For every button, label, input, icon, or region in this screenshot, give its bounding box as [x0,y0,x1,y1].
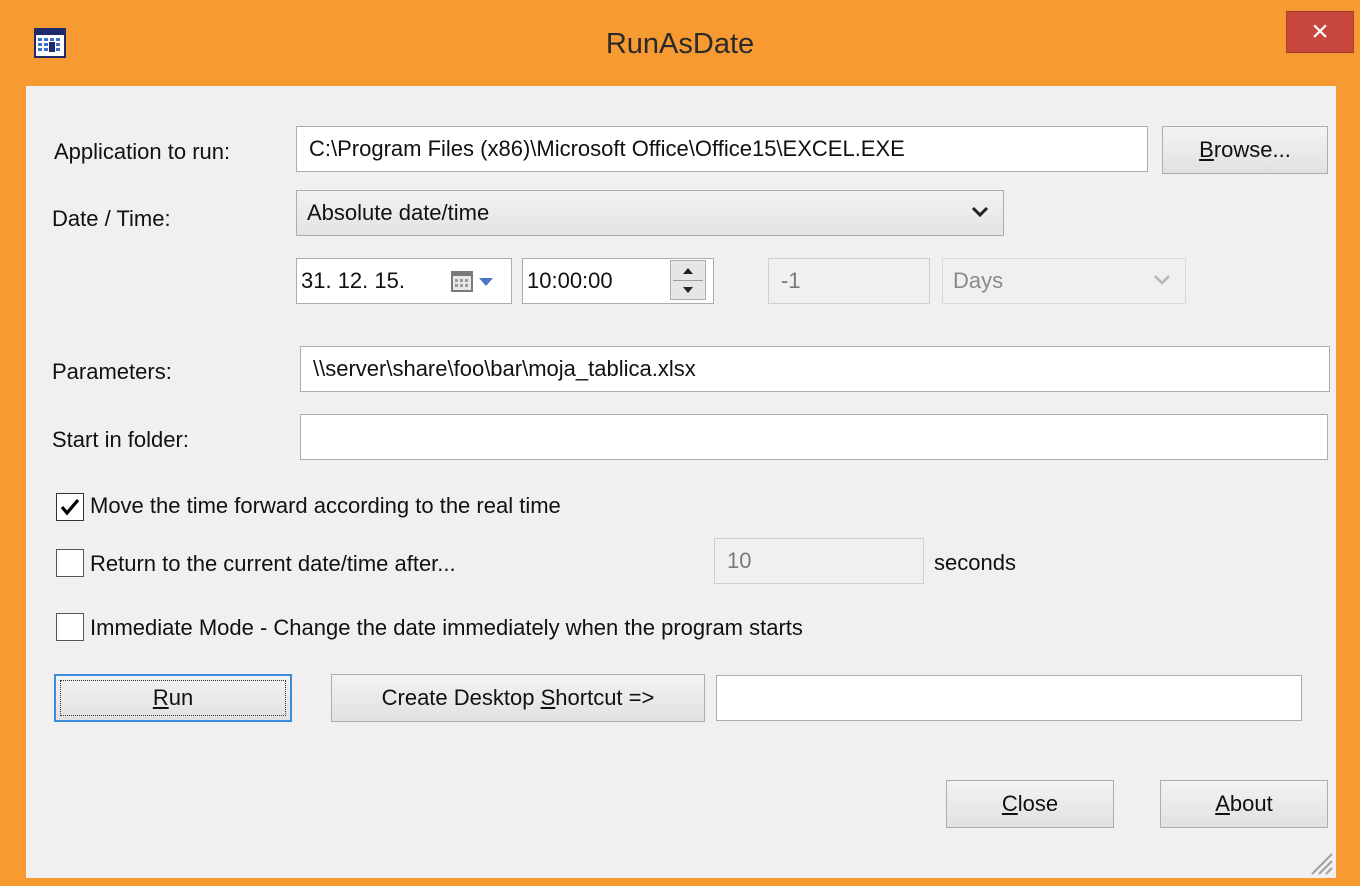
offset-unit-value: Days [953,268,1004,293]
date-picker[interactable]: 31. 12. 15. [296,258,512,304]
datetime-label: Date / Time: [52,206,171,231]
shortcut-name-input[interactable] [716,675,1302,721]
spin-down-icon[interactable] [671,280,705,299]
return-seconds-input[interactable]: 10 [714,538,924,584]
seconds-label: seconds [934,550,1016,575]
datetime-mode-select[interactable]: Absolute date/time [296,190,1004,236]
about-button[interactable]: About [1160,780,1328,828]
focus-rect [60,680,286,716]
browse-button[interactable]: Browse... [1162,126,1328,174]
move-forward-label[interactable]: Move the time forward according to the r… [90,493,561,519]
time-spin[interactable] [670,260,706,300]
checkmark-icon [60,498,80,516]
params-input[interactable]: \\server\share\foo\bar\moja_tablica.xlsx [300,346,1330,392]
params-label: Parameters: [52,359,172,384]
offset-unit-select[interactable]: Days [942,258,1186,304]
dialog-client-area: Application to run: C:\Program Files (x8… [26,86,1336,878]
resize-grip-icon[interactable] [1308,850,1334,876]
calendar-dropdown-icon[interactable] [451,271,497,293]
close-button[interactable]: Close [946,780,1114,828]
window-close-button[interactable]: × [1286,11,1354,53]
time-value: 10:00:00 [527,268,613,293]
start-folder-input[interactable] [300,414,1328,460]
chevron-down-icon [1154,275,1170,285]
run-button[interactable]: Run [54,674,292,722]
app-path-input[interactable]: C:\Program Files (x86)\Microsoft Office\… [296,126,1148,172]
runasdate-window: RunAsDate × Application to run: C:\Progr… [0,0,1360,886]
app-label: Application to run: [54,139,231,164]
return-after-checkbox[interactable] [56,549,84,577]
immediate-mode-checkbox[interactable] [56,613,84,641]
spin-up-icon[interactable] [671,261,705,280]
chevron-down-icon [971,206,989,218]
date-value: 31. 12. 15. [301,268,405,293]
window-title: RunAsDate [605,28,755,60]
datetime-mode-value: Absolute date/time [307,200,490,225]
return-after-label[interactable]: Return to the current date/time after... [90,551,456,577]
immediate-mode-label[interactable]: Immediate Mode - Change the date immedia… [90,615,803,641]
title-bar[interactable]: RunAsDate × [0,0,1360,86]
start-folder-label: Start in folder: [52,427,189,452]
move-forward-checkbox[interactable] [56,493,84,521]
offset-input[interactable]: -1 [768,258,930,304]
create-shortcut-button[interactable]: Create Desktop Shortcut => [331,674,705,722]
